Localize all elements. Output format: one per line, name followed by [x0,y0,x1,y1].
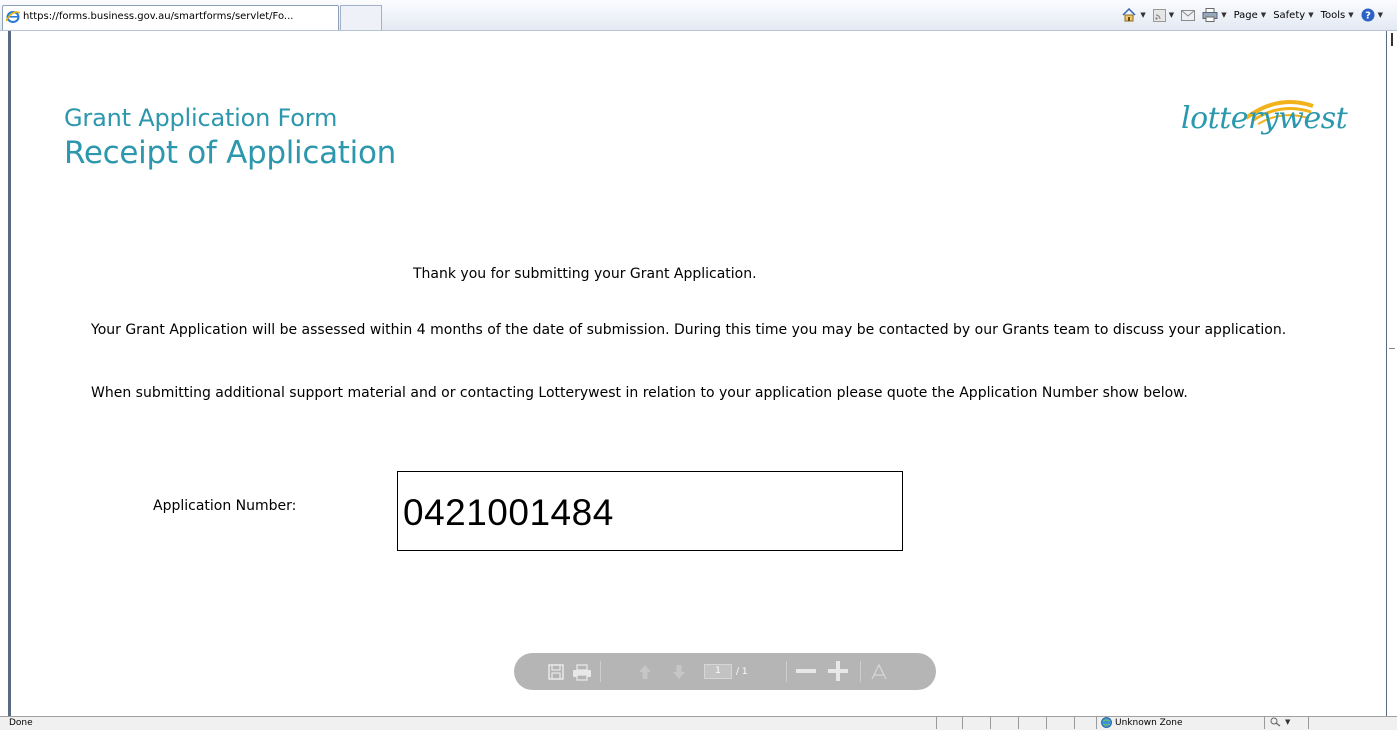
zoom-dropdown-icon[interactable]: ▼ [1285,718,1290,726]
printer-icon [1202,8,1218,22]
zoom-out-icon[interactable] [796,669,816,673]
status-cell [936,717,937,729]
print-icon[interactable] [572,664,592,681]
ie-page-icon [6,11,20,23]
zone-label: Unknown Zone [1115,717,1183,728]
tab-title: https://forms.business.gov.au/smartforms… [23,11,294,22]
help-menu[interactable]: ? ▼ [1361,8,1383,22]
application-number-label: Application Number: [153,498,297,514]
tools-menu-label: Tools [1320,9,1346,21]
application-number-box: 0421001484 [397,471,903,551]
chevron-down-icon: ▼ [1348,11,1354,19]
globe-icon [1101,717,1112,728]
save-icon[interactable] [548,664,564,680]
status-bar: Done Unknown Zone ▼ [0,716,1397,730]
page-number-input[interactable]: 1 [704,664,732,679]
toolbar-separator [860,661,861,682]
status-cell [1308,717,1309,729]
scrollbar[interactable] [1387,31,1397,716]
status-cell [1074,717,1075,729]
toolbar-separator [786,661,787,682]
toolbar-separator [600,661,601,682]
status-cell [962,717,963,729]
logo-text: lotterywest [1181,101,1348,136]
page-title: Receipt of Application [64,135,396,171]
print-button[interactable]: ▼ [1202,8,1227,22]
scrollbar-marker [1391,33,1393,46]
read-mail-button[interactable] [1181,9,1196,21]
zoom-in-icon[interactable] [828,661,848,681]
svg-text:?: ? [1365,11,1371,22]
chevron-down-icon: ▼ [1260,11,1267,19]
page-menu[interactable]: Page ▼ [1234,10,1267,21]
form-title: Grant Application Form [64,104,338,132]
status-text: Done [9,718,33,728]
zoom-icon [1270,717,1281,727]
command-bar: ▼ ▼ ▼ Page ▼ Safety ▼ Tools ▼ ? ▼ [1121,6,1383,24]
home-dropdown-icon[interactable]: ▼ [1140,11,1145,19]
page-indicator: 1 / 1 [704,664,748,679]
home-icon [1122,8,1136,22]
new-tab-button[interactable] [340,5,382,30]
safety-menu[interactable]: Safety ▼ [1273,10,1313,21]
scrollbar-tick [1389,348,1395,349]
page-menu-label: Page [1233,9,1258,21]
acrobat-icon[interactable] [870,663,888,681]
status-cell [1264,717,1265,729]
mail-icon [1181,9,1196,21]
thank-you-message: Thank you for submitting your Grant Appl… [413,266,757,282]
zoom-control[interactable]: ▼ [1270,717,1290,727]
help-dropdown-icon[interactable]: ▼ [1378,11,1383,19]
status-cell [1018,717,1019,729]
page-total: / 1 [736,666,748,677]
help-icon: ? [1361,8,1375,22]
application-number-value: 0421001484 [403,492,614,533]
assessment-paragraph: Your Grant Application will be assessed … [91,322,1287,338]
status-cell [1046,717,1047,729]
browser-toolbar: https://forms.business.gov.au/smartforms… [0,0,1397,31]
browser-tab[interactable]: https://forms.business.gov.au/smartforms… [2,5,339,30]
status-cell [990,717,991,729]
print-dropdown-icon[interactable]: ▼ [1221,11,1226,19]
chevron-down-icon: ▼ [1308,11,1314,19]
quote-number-paragraph: When submitting additional support mater… [91,385,1188,401]
feeds-button[interactable]: ▼ [1152,8,1174,22]
rss-feed-icon [1152,8,1166,22]
content-frame-border [8,31,11,716]
safety-menu-label: Safety [1273,9,1306,21]
status-cell [1096,717,1097,729]
pdf-toolbar: 1 / 1 [514,653,936,690]
previous-page-icon[interactable] [638,664,652,680]
feeds-dropdown-icon[interactable]: ▼ [1169,11,1174,19]
next-page-icon[interactable] [672,664,686,680]
lotterywest-logo: lotterywest [1178,92,1348,152]
tools-menu[interactable]: Tools ▼ [1321,10,1354,21]
security-zone[interactable]: Unknown Zone [1101,717,1183,728]
home-button[interactable]: ▼ [1121,8,1146,22]
